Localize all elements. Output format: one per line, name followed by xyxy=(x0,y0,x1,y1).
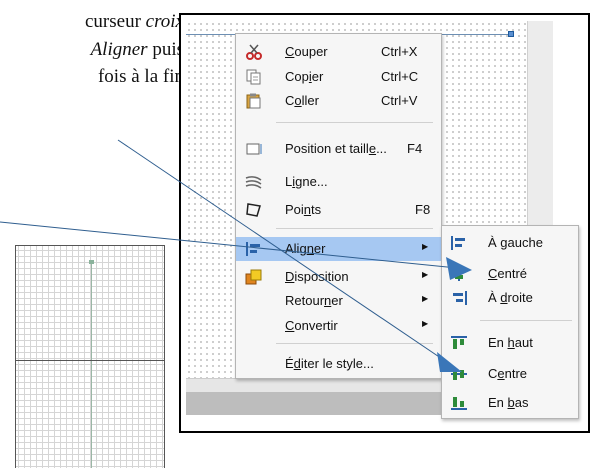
submenu-item-align-bottom[interactable]: En bas xyxy=(442,391,578,415)
menu-item-edit-style-label: Éditer le style... xyxy=(285,356,374,371)
menu-item-convert[interactable]: Convertir ▶ xyxy=(236,314,441,338)
menu-item-convert-label: Convertir xyxy=(285,318,338,333)
menu-item-paste-label: Coller xyxy=(285,93,319,108)
submenu-item-align-centered[interactable]: Centré xyxy=(442,262,578,286)
clipboard-icon xyxy=(245,93,263,109)
menu-item-arrange-label: Disposition xyxy=(285,269,349,284)
menu-item-arrange[interactable]: Disposition ▶ xyxy=(236,265,441,289)
context-menu: Couper Ctrl+X Copier Ctrl+C Coller Ctrl+… xyxy=(235,33,442,379)
menu-item-cut-shortcut: Ctrl+X xyxy=(381,44,418,59)
copy-icon xyxy=(245,69,263,85)
menu-item-paste[interactable]: Coller Ctrl+V xyxy=(236,89,441,113)
submenu-item-align-top[interactable]: En haut xyxy=(442,331,578,355)
menu-item-copy[interactable]: Copier Ctrl+C xyxy=(236,65,441,89)
doc-line-2: Aligner puis xyxy=(0,36,184,64)
menu-separator xyxy=(276,228,433,229)
menu-item-line-label: Ligne... xyxy=(285,174,328,189)
submenu-item-align-right-label: À droite xyxy=(488,290,533,305)
thumbnail-horizontal-line xyxy=(16,360,164,361)
menu-item-edit-style[interactable]: Éditer le style... xyxy=(236,352,441,376)
menu-item-points[interactable]: Points F8 xyxy=(236,198,441,222)
menu-item-paste-shortcut: Ctrl+V xyxy=(381,93,418,108)
arrange-icon xyxy=(245,269,263,285)
doc-line-1: curseur croix xyxy=(0,8,184,36)
align-top-icon xyxy=(450,335,468,351)
align-middle-icon xyxy=(450,366,468,382)
submenu-item-align-right[interactable]: À droite xyxy=(442,286,578,310)
submenu-item-align-centered-label: Centré xyxy=(488,266,528,281)
menu-item-position-size[interactable]: Position et taille... F4 xyxy=(236,137,441,161)
submenu-arrow-icon: ▶ xyxy=(422,319,429,328)
menu-item-points-shortcut: F8 xyxy=(415,202,431,217)
line-style-icon xyxy=(245,174,263,190)
scissors-icon xyxy=(245,44,263,60)
menu-item-copy-label: Copier xyxy=(285,69,324,84)
submenu-item-align-middle[interactable]: Centre xyxy=(442,362,578,386)
points-icon xyxy=(245,202,263,218)
submenu-item-align-left-label: À gauche xyxy=(488,235,543,250)
submenu-arrow-icon: ▶ xyxy=(422,270,429,279)
align-submenu: À gauche Centré À droite En haut Centre … xyxy=(441,225,579,419)
doc-line-1-text: curseur xyxy=(84,11,146,32)
submenu-item-align-middle-label: Centre xyxy=(488,366,528,381)
menu-item-position-size-shortcut: F4 xyxy=(407,141,423,156)
menu-separator xyxy=(276,343,433,344)
menu-separator xyxy=(276,122,433,123)
menu-item-points-label: Points xyxy=(285,202,322,217)
submenu-separator xyxy=(480,320,572,321)
line-end-handle[interactable] xyxy=(508,31,514,37)
submenu-item-align-left[interactable]: À gauche xyxy=(442,231,578,255)
thumbnail-handle xyxy=(89,260,94,264)
menu-item-flip[interactable]: Retourner ▶ xyxy=(236,289,441,313)
align-bottom-icon xyxy=(450,395,468,411)
align-center-horizontal-icon xyxy=(450,266,468,282)
align-left-icon xyxy=(245,241,263,257)
menu-item-copy-shortcut: Ctrl+C xyxy=(381,69,419,84)
grid-thumbnail xyxy=(15,245,165,468)
thumbnail-vertical-line xyxy=(91,262,92,468)
menu-item-align[interactable]: Aligner ▶ xyxy=(236,237,441,261)
menu-item-flip-label: Retourner xyxy=(285,293,343,308)
menu-item-line[interactable]: Ligne... xyxy=(236,170,441,194)
menu-item-cut[interactable]: Couper Ctrl+X xyxy=(236,40,441,64)
menu-item-cut-label: Couper xyxy=(285,44,328,59)
align-left-icon xyxy=(450,235,468,251)
doc-line-3: fois à la fin xyxy=(0,63,184,91)
align-right-icon xyxy=(450,290,468,306)
submenu-arrow-icon: ▶ xyxy=(422,294,429,303)
menu-item-align-label: Aligner xyxy=(285,241,326,256)
position-size-icon xyxy=(245,141,263,157)
submenu-item-align-top-label: En haut xyxy=(488,335,533,350)
document-text: curseur croix Aligner puis fois à la fin xyxy=(0,8,184,91)
submenu-arrow-icon: ▶ xyxy=(422,242,429,251)
menu-item-position-size-label: Position et taille... xyxy=(285,141,387,156)
submenu-item-align-bottom-label: En bas xyxy=(488,395,529,410)
doc-line-2-italic: Aligner xyxy=(90,38,148,60)
doc-line-3-text: fois à la fin xyxy=(97,66,184,87)
